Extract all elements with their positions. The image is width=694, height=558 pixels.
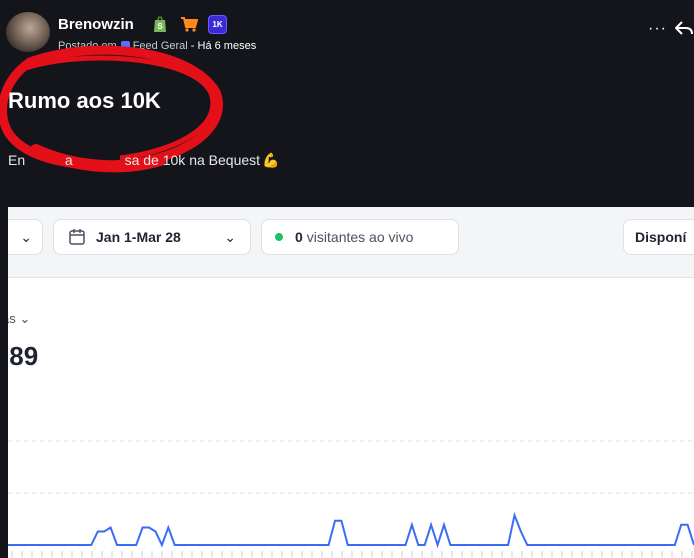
- date-range-picker[interactable]: Jan 1-Mar 28 ⌄: [53, 219, 251, 255]
- body-text-mid: a: [64, 152, 73, 168]
- live-visitors-count: 0: [295, 229, 303, 245]
- filter-dropdown[interactable]: ⌄: [8, 219, 43, 255]
- live-visitors-pill[interactable]: 0 visitantes ao vivo: [261, 219, 459, 255]
- sales-line-chart: [8, 440, 694, 557]
- availability-button[interactable]: Disponí: [623, 219, 694, 255]
- svg-text:S: S: [157, 22, 163, 31]
- 1k-badge: 1K: [208, 14, 227, 34]
- post-header: Brenowzin S 1K Postado em Feed Geral - Há…: [0, 0, 694, 60]
- live-visitors-label: visitantes ao vivo: [306, 229, 414, 245]
- body-text-start: En: [8, 152, 26, 168]
- meta-prefix: Postado em: [58, 40, 117, 52]
- more-options-button[interactable]: ···: [648, 20, 667, 38]
- post-time: - Há 6 meses: [190, 40, 257, 52]
- cart-icon: [179, 14, 199, 34]
- post-body: En a sa de 10k na Bequest 💪: [8, 152, 279, 169]
- post-meta: Postado em Feed Geral - Há 6 meses: [58, 40, 256, 52]
- author-name[interactable]: Brenowzin: [58, 16, 134, 33]
- chevron-down-icon: ⌄: [224, 228, 236, 245]
- live-dot: [275, 233, 283, 241]
- metric-dropdown[interactable]: as ⌄: [8, 311, 30, 327]
- feed-icon: [120, 41, 130, 50]
- body-text-end: sa de 10k na Bequest: [124, 152, 261, 168]
- availability-label: Disponí: [635, 229, 687, 245]
- date-range-label: Jan 1-Mar 28: [96, 229, 181, 245]
- chevron-down-icon: ⌄: [19, 311, 31, 326]
- shopify-icon: S: [150, 14, 170, 34]
- metric-label: as: [8, 311, 16, 326]
- analytics-toolbar: ⌄ Jan 1-Mar 28 ⌄ 0 visitantes ao vivo Di…: [8, 207, 694, 278]
- analytics-screenshot: ⌄ Jan 1-Mar 28 ⌄ 0 visitantes ao vivo Di…: [8, 207, 694, 558]
- avatar[interactable]: [6, 12, 50, 52]
- calendar-icon: [69, 229, 85, 245]
- flexed-biceps-icon: 💪: [262, 152, 280, 168]
- badge-row: S 1K: [150, 14, 227, 34]
- metric-value-number: 89: [9, 341, 39, 371]
- share-icon[interactable]: [674, 20, 694, 41]
- chevron-down-icon: ⌄: [20, 228, 32, 245]
- post-title[interactable]: Rumo aos 10K: [8, 88, 161, 114]
- series-line: [8, 511, 694, 549]
- metric-value: .89: [8, 341, 38, 372]
- feed-link[interactable]: Feed Geral: [133, 40, 188, 52]
